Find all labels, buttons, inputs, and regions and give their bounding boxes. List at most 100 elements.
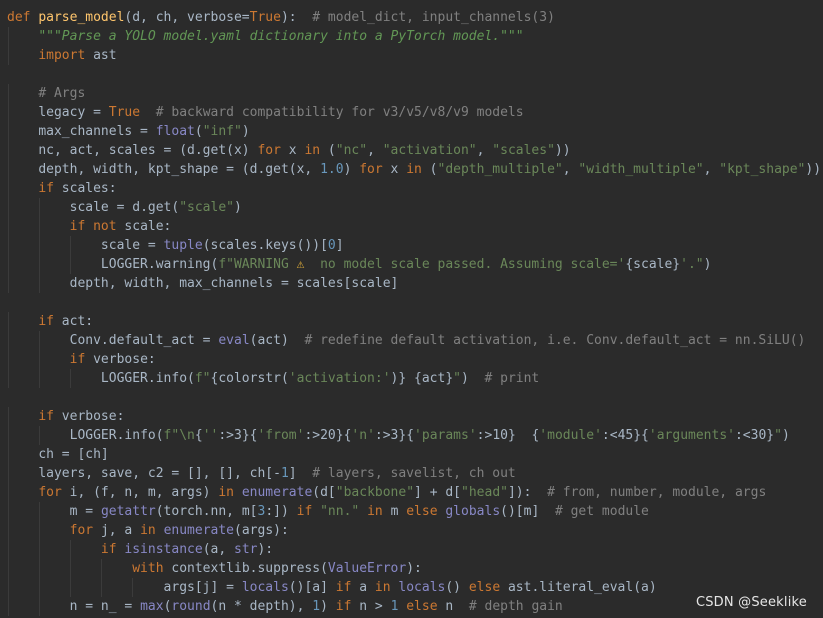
code-token: ()[a] [288,580,336,595]
code-area[interactable]: def parse_model(d, ch, verbose=True): # … [0,0,823,616]
code-token: isinstance [124,542,203,557]
code-line[interactable]: if verbose: [0,407,823,426]
code-token: # print [484,371,540,386]
code-token: else [406,504,446,519]
code-line[interactable]: layers, save, c2 = [], [], ch[-1] # laye… [0,464,823,483]
code-token: 'params' [414,428,477,443]
code-token: i, (f, n, m, args) [69,485,219,500]
code-token: x [288,143,305,158]
code-token: globals [445,504,501,519]
code-token: ( [327,143,336,158]
code-token: 1 [390,599,407,614]
code-token: , [476,143,493,158]
line-content: scale = tuple(scales.keys())[0] [7,238,344,253]
code-editor[interactable]: def parse_model(d, ch, verbose=True): # … [0,0,823,618]
code-token: ) [703,257,712,272]
code-line[interactable]: LOGGER.info(f"{colorstr('activation:')} … [0,369,823,388]
code-line[interactable]: LOGGER.warning(f"WARNING ⚠ no model scal… [0,255,823,274]
code-token: m = [69,504,101,519]
code-token: 'arguments' [648,428,735,443]
code-token: (torch.nn, m[ [155,504,258,519]
code-token: :>10} [476,428,516,443]
line-content: ch = [ch] [7,447,108,462]
code-token: if [335,599,360,614]
code-line[interactable] [0,65,823,84]
code-token: ()[m] [500,504,555,519]
line-content: if scales: [7,181,116,196]
code-token: # layers, savelist, ch out [312,466,516,481]
code-token: ): [257,542,274,557]
code-token: in [218,485,242,500]
code-token: ] [335,238,344,253]
code-line[interactable]: m = getattr(torch.nn, m[3:]) if "nn." in… [0,502,823,521]
code-token: 0 [327,238,336,253]
code-line[interactable] [0,293,823,312]
line-content: LOGGER.info(f"\n{'':>3}{'from':>20}{'n':… [7,428,790,443]
code-line[interactable]: import ast [0,46,823,65]
code-line[interactable]: max_channels = float("inf") [0,122,823,141]
code-token: if [335,580,360,595]
code-line[interactable]: LOGGER.info(f"\n{'':>3}{'from':>20}{'n':… [0,426,823,445]
code-line[interactable]: for i, (f, n, m, args) in enumerate(d["b… [0,483,823,502]
code-token: # get module [554,504,649,519]
code-token: ) [343,162,360,177]
code-token: "width_multiple" [578,162,704,177]
line-content: if verbose: [7,352,156,367]
code-token: n [445,599,469,614]
code-token: ) [460,371,485,386]
code-line[interactable]: with contextlib.suppress(ValueError): [0,559,823,578]
code-line[interactable]: scale = d.get("scale") [0,198,823,217]
code-token: for [69,523,101,538]
code-line[interactable]: depth, width, max_channels = scales[scal… [0,274,823,293]
code-line[interactable]: ch = [ch] [0,445,823,464]
line-content: LOGGER.warning(f"WARNING ⚠ no model scal… [7,257,712,272]
code-line[interactable]: nc, act, scales = (d.get(x) for x in ("n… [0,141,823,160]
line-content: import ast [7,48,116,63]
code-line[interactable]: # Args [0,84,823,103]
code-token: scale = d.get( [69,200,180,215]
code-line[interactable]: legacy = True # backward compatibility f… [0,103,823,122]
code-line[interactable]: for j, a in enumerate(args): [0,521,823,540]
code-token: # model_dict, input_channels(3) [312,10,555,25]
code-line[interactable]: def parse_model(d, ch, verbose=True): # … [0,8,823,27]
code-token: :>3}{ [374,428,415,443]
code-token: getattr [100,504,156,519]
line-content: depth, width, kpt_shape = (d.get(x, 1.0)… [7,162,821,177]
code-line[interactable]: if isinstance(a, str): [0,540,823,559]
code-token: ( [194,124,203,139]
code-token: if [296,504,321,519]
line-content: layers, save, c2 = [], [], ch[-1] # laye… [7,466,516,481]
code-token: 1.0 [320,162,344,177]
code-token: if [38,181,62,196]
code-token: ValueError [327,561,407,576]
code-token: no model scale passed. Assuming scale=' [304,257,626,272]
code-token: 'from' [257,428,305,443]
code-token: x [390,162,407,177]
code-token: () [445,580,469,595]
code-line[interactable]: Conv.default_act = eval(act) # redefine … [0,331,823,350]
code-line[interactable]: if act: [0,312,823,331]
code-line[interactable]: if scales: [0,179,823,198]
code-line[interactable]: if not scale: [0,217,823,236]
code-token: "inf" [202,124,242,139]
code-token: import [38,48,94,63]
code-token: """Parse a YOLO model.yaml dictionary in… [38,29,524,44]
code-line[interactable]: if verbose: [0,350,823,369]
code-token: (a, [202,542,234,557]
code-token: round [171,599,211,614]
code-token: in [406,162,430,177]
code-token: # backward compatibility for v3/v5/v8/v9… [155,105,524,120]
code-token: , [703,162,720,177]
code-line[interactable]: scale = tuple(scales.keys())[0] [0,236,823,255]
code-token: , [562,162,579,177]
line-content: Conv.default_act = eval(act) # redefine … [7,333,806,348]
code-token: f" [194,371,211,386]
code-line[interactable]: """Parse a YOLO model.yaml dictionary in… [0,27,823,46]
code-line[interactable] [0,388,823,407]
code-token: "scales" [492,143,555,158]
code-line[interactable]: depth, width, kpt_shape = (d.get(x, 1.0)… [0,160,823,179]
code-token: depth, width, kpt_shape = (d.get(x, [38,162,321,177]
code-token: LOGGER.info( [69,428,164,443]
code-token: for [257,143,289,158]
